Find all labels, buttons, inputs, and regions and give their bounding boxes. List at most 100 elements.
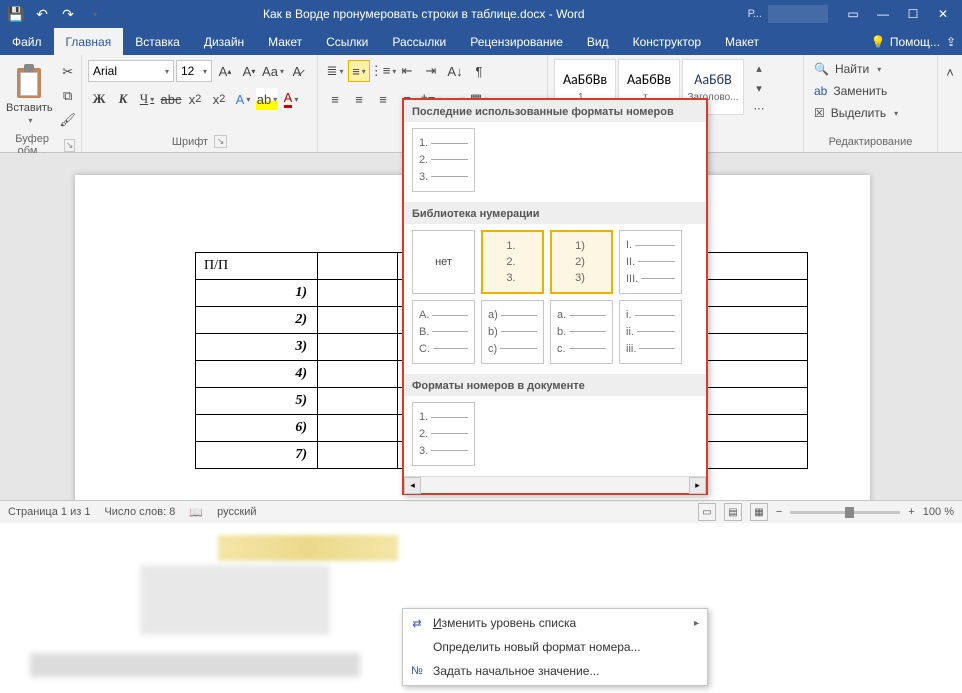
sort-button[interactable]: A↓ xyxy=(444,60,466,82)
numbering-option-roman[interactable]: I. II. III. xyxy=(619,230,682,294)
view-web[interactable]: ▦ xyxy=(750,503,768,521)
zoom-label[interactable]: 100 % xyxy=(923,506,954,518)
zoom-plus[interactable]: + xyxy=(908,506,914,518)
clear-formatting[interactable]: A̷ xyxy=(286,60,308,82)
collapse-ribbon[interactable]: ˄ xyxy=(939,61,961,83)
find-button[interactable]: 🔍 Найти ▾ xyxy=(810,59,902,79)
table-row[interactable]: 7) xyxy=(196,442,318,469)
style-sample: АаБбВв xyxy=(563,71,607,88)
save-button[interactable]: 💾 xyxy=(4,2,28,26)
numbering-option-doc-dot[interactable]: 1. 2. 3. xyxy=(412,402,475,466)
zoom-slider[interactable] xyxy=(790,511,900,514)
tab-file[interactable]: Файл xyxy=(0,28,54,55)
numbering-option-recent-dot[interactable]: 1. 2. 3. xyxy=(412,128,475,192)
strikethrough-button[interactable]: abc xyxy=(160,88,182,110)
tab-table-design[interactable]: Конструктор xyxy=(621,28,713,55)
show-marks[interactable]: ¶ xyxy=(468,60,490,82)
grow-font[interactable]: A▴ xyxy=(214,60,236,82)
align-left[interactable]: ≡ xyxy=(324,88,346,110)
decrease-indent[interactable]: ⇤ xyxy=(396,60,418,82)
menu-define-format[interactable]: Определить новый формат номера... xyxy=(403,635,707,659)
font-size-combo[interactable]: 12▾ xyxy=(176,60,212,82)
status-page[interactable]: Страница 1 из 1 xyxy=(8,506,90,518)
italic-button[interactable]: К xyxy=(112,88,134,110)
font-name-value: Arial xyxy=(93,64,117,78)
hscroll-right[interactable]: ▸ xyxy=(689,477,706,494)
maximize-button[interactable]: ☐ xyxy=(898,0,928,28)
cut-button[interactable]: ✂ xyxy=(57,61,79,83)
font-color-button[interactable]: A▾ xyxy=(280,88,302,110)
redo-button[interactable]: ↷ xyxy=(56,2,80,26)
underline-button[interactable]: Ч▾ xyxy=(136,88,158,110)
paste-button[interactable]: Вставить ▾ xyxy=(6,59,53,129)
text-effects[interactable]: A▾ xyxy=(232,88,254,110)
tell-me[interactable]: 💡 Помощ... xyxy=(871,35,940,49)
increase-indent[interactable]: ⇥ xyxy=(420,60,442,82)
minimize-button[interactable]: — xyxy=(868,0,898,28)
table-row[interactable]: 1) xyxy=(196,280,318,307)
numbering-button[interactable]: ≡▾ xyxy=(348,60,370,82)
numbering-option-dot[interactable]: 1. 2. 3. xyxy=(481,230,544,294)
styles-up[interactable]: ▴ xyxy=(750,59,768,77)
superscript-button[interactable]: x2 xyxy=(208,88,230,110)
zoom-minus[interactable]: − xyxy=(776,506,782,518)
table-header-cell[interactable]: П/П xyxy=(196,253,318,280)
multilevel-button[interactable]: ⋮≡▾ xyxy=(372,60,394,82)
font-name-combo[interactable]: Arial▾ xyxy=(88,60,174,82)
bold-button[interactable]: Ж xyxy=(88,88,110,110)
tab-references[interactable]: Ссылки xyxy=(314,28,380,55)
font-launcher[interactable]: ↘ xyxy=(214,135,227,148)
clipboard-launcher[interactable]: ↘ xyxy=(64,139,75,152)
tab-review[interactable]: Рецензирование xyxy=(458,28,575,55)
set-value-icon: № xyxy=(409,663,425,679)
change-case[interactable]: Aa▾ xyxy=(262,60,284,82)
share-button[interactable]: ⇪ xyxy=(946,35,956,49)
format-painter[interactable]: 🖌 xyxy=(57,109,79,131)
menu-change-level[interactable]: ⇄ Изменить уровень списка ▸ xyxy=(403,611,707,635)
numbering-option-upper[interactable]: A. B. C. xyxy=(412,300,475,364)
table-row[interactable]: 3) xyxy=(196,334,318,361)
bullets-button[interactable]: ≣▾ xyxy=(324,60,346,82)
hscroll-left[interactable]: ◂ xyxy=(404,477,421,494)
ribbon-options-button[interactable]: ▭ xyxy=(838,0,868,28)
close-button[interactable]: ✕ xyxy=(928,0,958,28)
undo-button[interactable]: ↶ xyxy=(30,2,54,26)
numbering-hscroll[interactable]: ◂ ▸ xyxy=(404,476,706,493)
copy-button[interactable]: ⧉ xyxy=(57,85,79,107)
qat-customize[interactable]: ▾ xyxy=(82,2,106,26)
tab-view[interactable]: Вид xyxy=(575,28,621,55)
numbering-option-lower-dot[interactable]: a. b. c. xyxy=(550,300,613,364)
tab-table-layout[interactable]: Макет xyxy=(713,28,771,55)
user-box[interactable] xyxy=(768,5,828,23)
replace-button[interactable]: ab Заменить xyxy=(810,81,902,101)
table-row[interactable]: 6) xyxy=(196,415,318,442)
highlight-button[interactable]: ab▾ xyxy=(256,88,278,110)
menu-set-value[interactable]: № Задать начальное значение... xyxy=(403,659,707,683)
numbering-option-paren[interactable]: 1) 2) 3) xyxy=(550,230,613,294)
numbering-option-roman-lower[interactable]: i. ii. iii. xyxy=(619,300,682,364)
select-button[interactable]: ☒ Выделить ▾ xyxy=(810,103,902,123)
tab-home[interactable]: Главная xyxy=(54,28,124,55)
shrink-font[interactable]: A▾ xyxy=(238,60,260,82)
tab-design[interactable]: Дизайн xyxy=(192,28,256,55)
table-row[interactable]: 2) xyxy=(196,307,318,334)
view-print[interactable]: ▤ xyxy=(724,503,742,521)
align-right[interactable]: ≡ xyxy=(372,88,394,110)
subscript-button[interactable]: x2 xyxy=(184,88,206,110)
align-center[interactable]: ≡ xyxy=(348,88,370,110)
group-editing: 🔍 Найти ▾ ab Заменить ☒ Выделить ▾ Редак… xyxy=(804,55,938,152)
numbering-option-none[interactable]: нет xyxy=(412,230,475,294)
table-row[interactable]: 5) xyxy=(196,388,318,415)
window-buttons: ▭ — ☐ ✕ xyxy=(838,0,958,28)
table-row[interactable]: 4) xyxy=(196,361,318,388)
status-proofing[interactable]: 📖 xyxy=(189,506,203,519)
tab-layout[interactable]: Макет xyxy=(256,28,314,55)
styles-more[interactable]: ⋯ xyxy=(750,99,768,117)
styles-down[interactable]: ▾ xyxy=(750,79,768,97)
status-words[interactable]: Число слов: 8 xyxy=(104,506,175,518)
numbering-option-lower-paren[interactable]: a) b) c) xyxy=(481,300,544,364)
tab-insert[interactable]: Вставка xyxy=(123,28,192,55)
view-read[interactable]: ▭ xyxy=(698,503,716,521)
status-language[interactable]: русский xyxy=(217,506,256,518)
tab-mailings[interactable]: Рассылки xyxy=(380,28,458,55)
